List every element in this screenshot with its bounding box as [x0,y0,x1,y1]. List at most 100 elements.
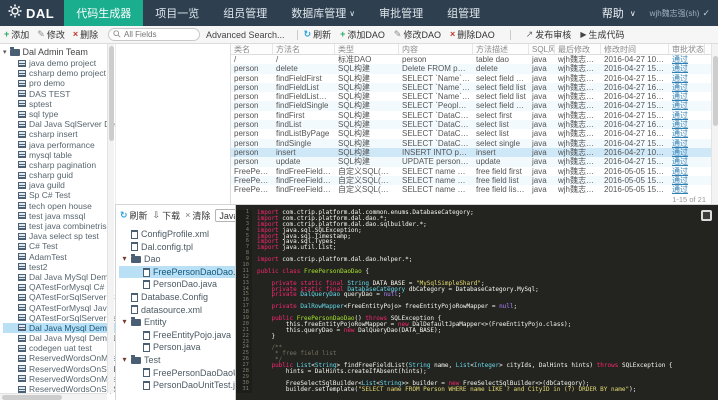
refresh-button[interactable]: ↻ 刷新 [304,28,332,41]
project-tree-vscrollbar[interactable] [107,44,114,393]
sidebar-item-project[interactable]: sql type [3,109,115,119]
approval-status-link[interactable]: 通过 [669,74,705,83]
table-row[interactable]: person findListByPage SQL构建 SELECT `DataCha… [231,129,718,138]
table-row[interactable]: FreePersonDaofindFreeFieldList自定义SQL(查询)… [231,175,718,186]
sidebar-item-project[interactable]: DAS TEST [3,89,115,99]
file-tree-folder[interactable]: ▾ Dao [119,253,235,266]
nav-item-数据库管理[interactable]: 数据库管理 ∨ [279,0,367,26]
file-tree-file[interactable]: datasource.xml [119,304,235,317]
sidebar-item-project[interactable]: ReservedWordsOnMysql C [3,374,115,384]
sidebar-item-project[interactable]: csharp pagination [3,160,115,170]
approval-status-link[interactable]: 通过 [669,55,705,64]
table-row[interactable]: person delete SQL构建 Delete FROM perso.. dele… [231,64,718,74]
scroll-thumb[interactable] [2,395,62,400]
project-tree-root[interactable]: ▾ Dal Admin Team [3,47,115,58]
approval-status-link[interactable]: 通过 [669,83,705,92]
approval-status-link[interactable]: 通过 [669,101,705,110]
sidebar-item-project[interactable]: csharp insert [3,129,115,139]
help-menu[interactable]: 帮助 ∨ [602,5,636,21]
search-input[interactable] [124,30,194,39]
sidebar-item-project[interactable]: test2 [3,262,115,272]
approval-status-link[interactable]: 通过 [669,148,705,157]
file-tree-file[interactable]: PersonDaoUnitTest.java [119,379,235,392]
approval-status-link[interactable]: 通过 [669,139,705,148]
sidebar-item-project[interactable]: C# Test [3,241,115,251]
nav-item-代码生成器[interactable]: 代码生成器 [64,0,144,26]
sidebar-item-project[interactable]: Dal Java Mysql Demo1 [3,333,115,343]
sidebar-item-project[interactable]: Java select sp test [3,231,115,241]
project-tree-hscrollbar[interactable] [0,393,107,400]
table-row[interactable]: FreePersonDaofindFreeFieldListByP..自定义SQ… [231,185,718,194]
file-tree-folder[interactable]: ▾ Entity [119,316,235,329]
nav-item-项目一览[interactable]: 项目一览 [143,0,211,26]
approval-status-link[interactable]: 通过 [669,157,705,166]
table-row[interactable]: person findFieldSingle SQL构建 SELECT `People… [231,101,718,111]
approval-status-link[interactable]: 通过 [669,176,705,185]
nav-item-组员管理[interactable]: 组员管理 [211,0,279,26]
table-row[interactable]: person findList SQL构建 SELECT `DataChan.. sel… [231,120,718,130]
sidebar-item-project[interactable]: test java combinetriser [3,221,115,231]
sidebar-item-project[interactable]: csharp demo project [3,68,115,78]
add-project-button[interactable]: + 添加 [4,28,29,41]
table-row[interactable]: / / 标准DAO person table dao java wjh魏志强(s.. 2016… [231,55,718,64]
column-header[interactable]: 审批状态 [669,44,705,54]
sidebar-item-project[interactable]: Dal Java MySql Demo [3,272,115,282]
file-tree-file[interactable]: ConfigProfile.xml [119,228,235,241]
table-row[interactable]: FreePersonDaofindFreeFieldFirst自定义SQL(查询… [231,167,718,176]
approval-status-link[interactable]: 通过 [669,64,705,73]
approval-status-link[interactable]: 通过 [669,185,705,194]
column-header[interactable]: 方法名 [273,44,335,54]
column-header[interactable]: 类型 [335,44,399,54]
file-tree-file[interactable]: PersonDao.java [119,278,235,291]
approval-status-link[interactable]: 通过 [669,167,705,176]
sidebar-item-project[interactable]: QATestForMysql Java [3,303,115,313]
sidebar-item-project[interactable]: mysql table [3,150,115,160]
sidebar-item-project[interactable]: Dal Java Mysql Demo [3,322,115,334]
nav-item-审批管理[interactable]: 审批管理 [367,0,435,26]
clear-button[interactable]: × 清除 [185,209,210,222]
sidebar-item-project[interactable]: Sp C# Test [3,190,115,200]
file-tree-file[interactable]: Database.Config [119,291,235,304]
add-dao-button[interactable]: + 添加DAO [340,28,385,41]
file-tree-folder[interactable]: ▾ Test [119,354,235,367]
table-row[interactable]: person findFieldListByPageSQL构建 SELECT `Na… [231,92,718,101]
column-header[interactable]: 最后修改 [555,44,601,54]
delete-project-button[interactable]: × 删除 [73,28,98,41]
sidebar-item-project[interactable]: test java mssql [3,211,115,221]
sidebar-item-project[interactable]: codegen uat test [3,343,115,353]
delete-dao-button[interactable]: × 删除DAO [450,28,495,41]
file-tree-file[interactable]: Dal.config.tpl [119,241,235,254]
scroll-thumb[interactable] [713,56,718,126]
sidebar-item-project[interactable]: java performance [3,140,115,150]
sidebar-item-project[interactable]: csharp guid [3,170,115,180]
approval-status-link[interactable]: 通过 [669,120,705,129]
publish-review-button[interactable]: ↗ 发布审核 [526,28,572,41]
table-vscrollbar[interactable] [711,44,718,204]
table-row[interactable]: person insert SQL构建 INSERT INTO perso.. inse… [231,147,718,158]
column-header[interactable]: 内容 [399,44,473,54]
column-header[interactable]: 类名 [231,44,273,54]
sidebar-item-project[interactable]: Dal Java SqlServer Demo [3,119,115,129]
sidebar-item-project[interactable]: tech open house [3,201,115,211]
sidebar-item-project[interactable]: java guild [3,180,115,190]
advanced-search-link[interactable]: Advanced Search... [206,30,285,40]
language-select[interactable]: Java ▾ [215,209,235,222]
code-refresh-button[interactable]: ↻ 刷新 [120,209,148,222]
column-header[interactable]: 方法描述 [473,44,529,54]
sidebar-item-project[interactable]: sptest [3,99,115,109]
edit-project-button[interactable]: ✎ 修改 [37,28,65,41]
table-row[interactable]: personupdateSQL构建UPDATE person SET..upda… [231,157,718,167]
sidebar-item-project[interactable]: ReservedWordsOnMysql [3,353,115,363]
sidebar-item-project[interactable]: AdamTest [3,252,115,262]
sidebar-item-project[interactable]: pro demo [3,78,115,88]
user-label[interactable]: wjh魏志强(sh) ✓ [650,8,710,19]
scroll-thumb[interactable] [109,46,114,141]
sidebar-item-project[interactable]: QATestForSqlServer Java [3,313,115,323]
column-header[interactable]: 修改时间 [601,44,669,54]
app-logo[interactable]: DAL [0,0,64,26]
sidebar-item-project[interactable]: ReservedWordsOnSQLSer [3,364,115,374]
file-tree-file[interactable]: FreePersonDaoDao.java [119,265,235,279]
table-row[interactable]: person findSingle SQL构建 SELECT `DataChan.. s… [231,138,718,148]
approval-status-link[interactable]: 通过 [669,111,705,120]
generate-code-button[interactable]: ▶ 生成代码 [580,28,624,41]
